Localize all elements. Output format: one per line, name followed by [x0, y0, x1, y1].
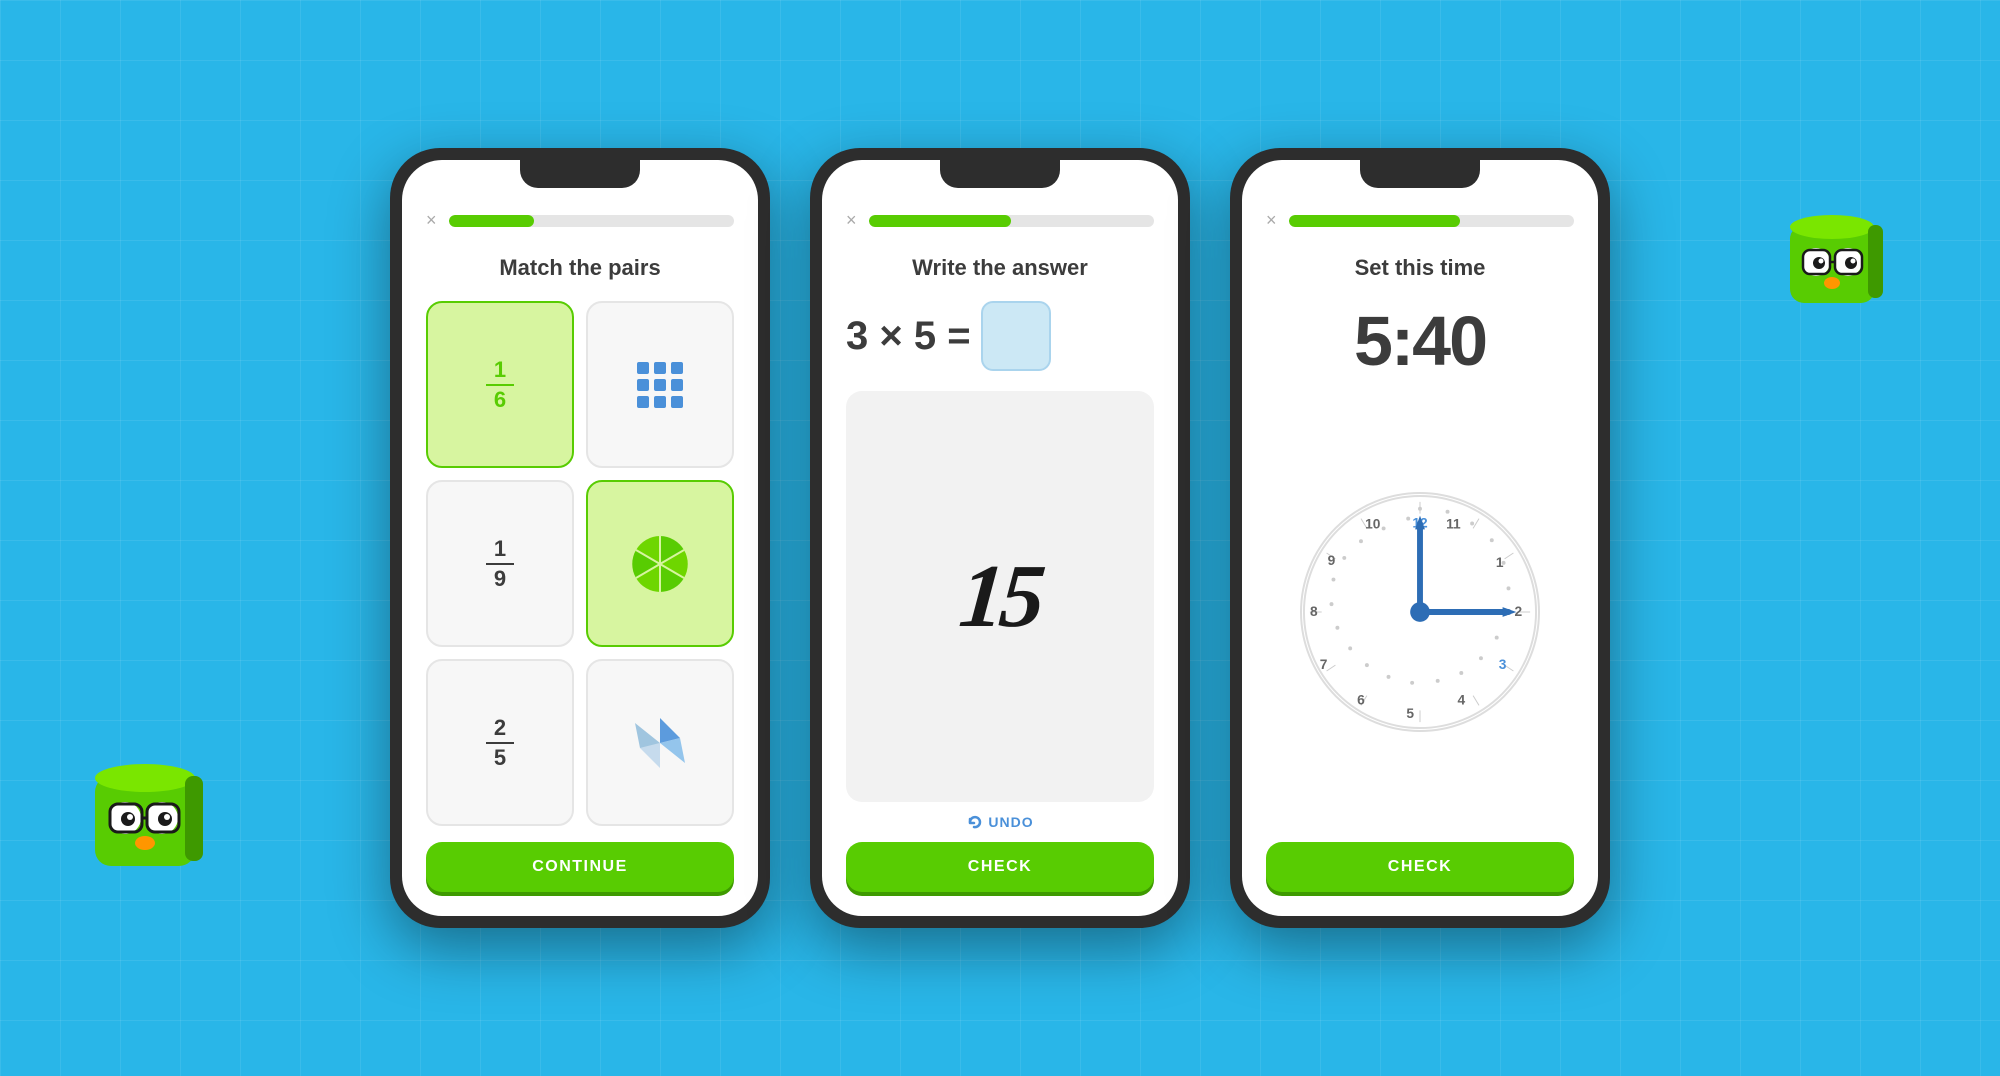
- svg-text:10: 10: [1365, 516, 1381, 531]
- dot: [671, 396, 683, 408]
- svg-text:2: 2: [1515, 603, 1523, 618]
- screen-2-title: Write the answer: [846, 255, 1154, 281]
- progress-bar-bg-3: [1289, 215, 1574, 227]
- check-button-3[interactable]: CHECK: [1266, 842, 1574, 892]
- pair-card-fraction-2-5[interactable]: 2 5: [426, 659, 574, 826]
- fraction-1-6: 1 6: [486, 359, 514, 411]
- drawing-area[interactable]: 15: [846, 391, 1154, 802]
- clock-face[interactable]: 12 1 2 3 4 5 6 7 8 9 10 11: [1300, 492, 1540, 732]
- top-bar-3: ×: [1266, 210, 1574, 231]
- screen-1-title: Match the pairs: [426, 255, 734, 281]
- fraction-1-9: 1 9: [486, 538, 514, 590]
- top-bar-1: ×: [426, 210, 734, 231]
- pairs-grid: 1 6: [426, 301, 734, 826]
- close-button-1[interactable]: ×: [426, 210, 437, 231]
- pair-card-kite[interactable]: [586, 659, 734, 826]
- dot: [671, 379, 683, 391]
- grid-dots-icon: [637, 362, 683, 408]
- progress-bar-fill-3: [1289, 215, 1460, 227]
- fraction-2-5: 2 5: [486, 717, 514, 769]
- phone-3-screen: × Set this time 5:40: [1242, 160, 1598, 916]
- svg-text:5: 5: [1406, 706, 1414, 721]
- svg-text:9: 9: [1328, 552, 1336, 567]
- phone-2-screen: × Write the answer 3 × 5 = 15 UNDO: [822, 160, 1178, 916]
- progress-bar-bg-1: [449, 215, 734, 227]
- dot: [654, 396, 666, 408]
- progress-bar-fill-2: [869, 215, 1012, 227]
- notch-3: [1360, 160, 1480, 188]
- pair-card-fraction-1-6[interactable]: 1 6: [426, 301, 574, 468]
- deco-cube-left: [80, 746, 210, 876]
- equation-row: 3 × 5 =: [846, 301, 1154, 371]
- clock-svg: 12 1 2 3 4 5 6 7 8 9 10 11: [1302, 492, 1538, 732]
- svg-text:1: 1: [1496, 554, 1504, 569]
- progress-bar-fill-1: [449, 215, 535, 227]
- pair-card-pie[interactable]: [586, 480, 734, 647]
- screen-2-content: × Write the answer 3 × 5 = 15 UNDO: [822, 160, 1178, 916]
- svg-text:4: 4: [1457, 692, 1465, 707]
- svg-text:3: 3: [1499, 657, 1507, 672]
- svg-text:8: 8: [1310, 603, 1318, 618]
- time-display: 5:40: [1266, 301, 1574, 381]
- pair-card-grid-dots[interactable]: [586, 301, 734, 468]
- duolingo-cube-left-svg: [80, 746, 210, 876]
- svg-text:6: 6: [1357, 692, 1365, 707]
- deco-cube-right: [1780, 200, 1890, 310]
- screen-3-content: × Set this time 5:40: [1242, 160, 1598, 916]
- undo-label: UNDO: [988, 814, 1033, 830]
- phone-1: × Match the pairs 1 6: [390, 148, 770, 928]
- phone-3: × Set this time 5:40: [1230, 148, 1610, 928]
- pair-card-fraction-1-9[interactable]: 1 9: [426, 480, 574, 647]
- dot: [637, 362, 649, 374]
- dot: [637, 396, 649, 408]
- dot: [637, 379, 649, 391]
- top-bar-2: ×: [846, 210, 1154, 231]
- pie-chart-icon: [630, 534, 690, 594]
- dot: [654, 379, 666, 391]
- dot: [654, 362, 666, 374]
- close-button-2[interactable]: ×: [846, 210, 857, 231]
- undo-button[interactable]: UNDO: [846, 814, 1154, 830]
- clock-container: 12 1 2 3 4 5 6 7 8 9 10 11: [1266, 397, 1574, 826]
- kite-icon: [630, 713, 690, 773]
- notch-2: [940, 160, 1060, 188]
- answer-input-box[interactable]: [981, 301, 1051, 371]
- dot: [671, 362, 683, 374]
- duolingo-cube-right-svg: [1780, 200, 1890, 310]
- continue-button[interactable]: CONTinUe: [426, 842, 734, 892]
- notch-1: [520, 160, 640, 188]
- undo-icon: [966, 814, 982, 830]
- screen-1-content: × Match the pairs 1 6: [402, 160, 758, 916]
- screen-3-title: Set this time: [1266, 255, 1574, 281]
- close-button-3[interactable]: ×: [1266, 210, 1277, 231]
- equation-text: 3 × 5 =: [846, 314, 971, 359]
- check-button-2[interactable]: CHECK: [846, 842, 1154, 892]
- svg-text:11: 11: [1446, 516, 1461, 531]
- phone-1-screen: × Match the pairs 1 6: [402, 160, 758, 916]
- svg-text:7: 7: [1320, 657, 1328, 672]
- phone-2: × Write the answer 3 × 5 = 15 UNDO: [810, 148, 1190, 928]
- handwritten-answer: 15: [955, 545, 1044, 648]
- progress-bar-bg-2: [869, 215, 1154, 227]
